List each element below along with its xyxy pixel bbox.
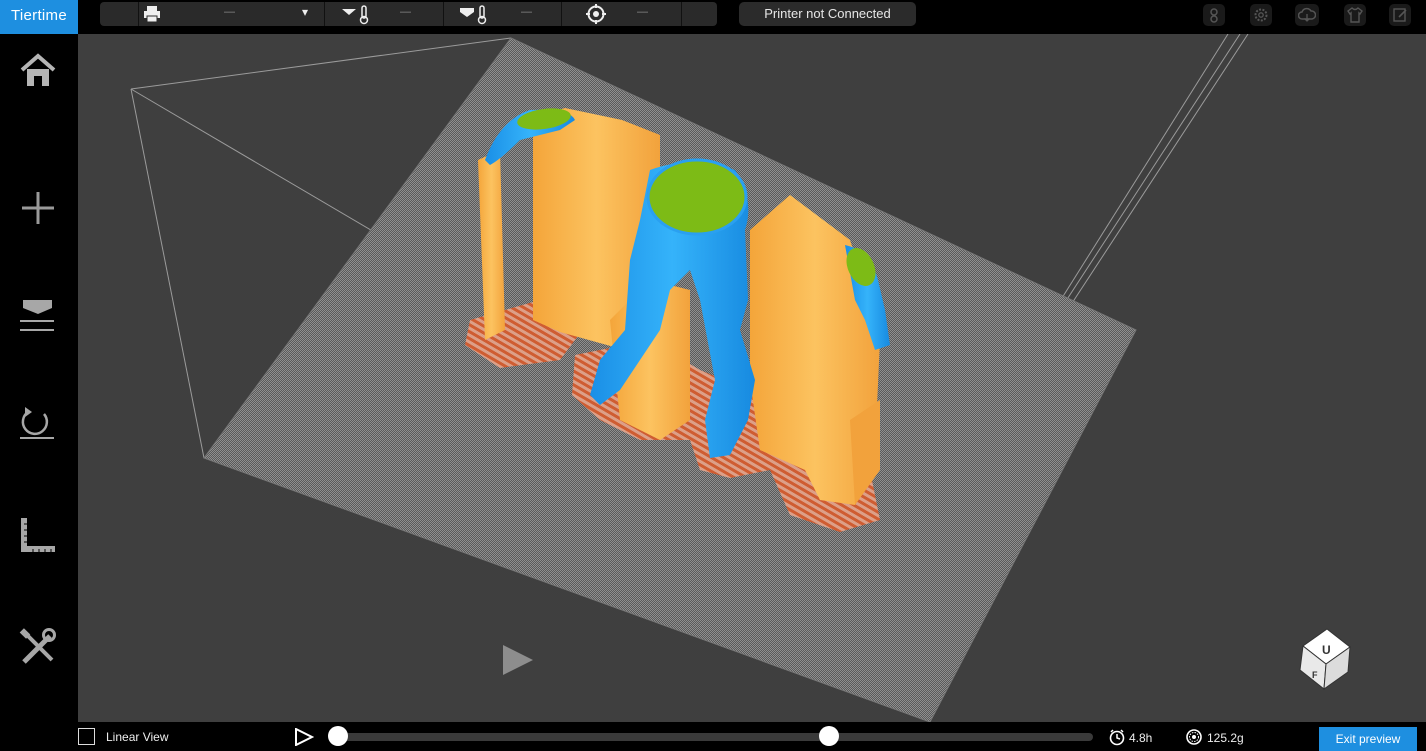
sidebar-item-tools[interactable] <box>14 624 62 672</box>
exit-preview-button[interactable]: Exit preview <box>1319 727 1417 751</box>
sidebar-item-rotate[interactable] <box>14 404 62 452</box>
target-icon <box>586 4 606 24</box>
calibration-value: — <box>637 6 648 18</box>
sidebar-item-print[interactable] <box>14 294 62 342</box>
printer-select[interactable]: — ▾ <box>138 2 325 26</box>
view-cube[interactable]: U F <box>1299 628 1351 691</box>
sidebar-item-measure[interactable] <box>14 512 62 560</box>
view-cube-face-top[interactable]: U <box>1322 643 1331 657</box>
material-weight-value: 125.2g <box>1207 731 1244 745</box>
nozzle-temperature: — <box>324 2 444 26</box>
clock-icon <box>1109 729 1125 746</box>
linear-view-label: Linear View <box>106 730 169 744</box>
rotate-icon <box>20 407 54 439</box>
cloud-icon[interactable] <box>1295 4 1319 26</box>
bed-thermometer-icon <box>460 5 487 25</box>
home-icon <box>20 53 56 86</box>
layer-slider-start-handle[interactable] <box>328 726 348 746</box>
print-time-value: 4.8h <box>1129 731 1153 745</box>
printer-select-value: — <box>224 6 235 18</box>
plus-icon <box>22 192 54 224</box>
viewport-play-icon[interactable] <box>503 645 533 675</box>
ruler-icon <box>21 518 55 552</box>
chevron-down-icon[interactable]: ▾ <box>302 5 308 19</box>
tools-icon <box>19 628 56 664</box>
bed-temperature-value: — <box>521 6 532 18</box>
edit-icon[interactable] <box>1389 4 1411 26</box>
printer-icon <box>144 6 160 23</box>
printer-status-group: — ▾ — — — <box>100 2 717 26</box>
settings-gear-icon[interactable] <box>1250 4 1272 26</box>
bottom-bar: Linear View 4.8h 125.2g Exit preview <box>0 722 1426 751</box>
sidebar <box>0 34 78 751</box>
sidebar-item-add[interactable] <box>14 184 62 232</box>
top-bar: Tiertime — ▾ — — — Printer not Connected <box>0 0 1426 34</box>
nozzle-temperature-value: — <box>400 6 411 18</box>
calibration-status: — <box>561 2 682 26</box>
account-icon[interactable] <box>1203 4 1225 26</box>
scene-3d[interactable]: U F <box>78 34 1426 722</box>
play-icon[interactable] <box>294 728 314 746</box>
print-tray-icon <box>20 300 54 331</box>
view-cube-face-front[interactable]: F <box>1312 670 1318 680</box>
layer-slider-end-handle[interactable] <box>818 726 839 746</box>
printer-status-button[interactable]: Printer not Connected <box>739 2 916 26</box>
sidebar-item-home[interactable] <box>14 48 62 96</box>
layer-range-slider[interactable] <box>338 733 1093 741</box>
bed-temperature: — <box>443 2 562 26</box>
preview-viewport[interactable]: U F <box>78 34 1426 722</box>
nozzle-thermometer-icon <box>342 5 369 25</box>
toolbar-blank-segment <box>100 2 139 26</box>
brand-logo: Tiertime <box>0 0 78 34</box>
tshirt-icon[interactable] <box>1344 4 1366 26</box>
linear-view-checkbox[interactable] <box>78 728 95 745</box>
filament-spool-icon <box>1186 729 1202 745</box>
